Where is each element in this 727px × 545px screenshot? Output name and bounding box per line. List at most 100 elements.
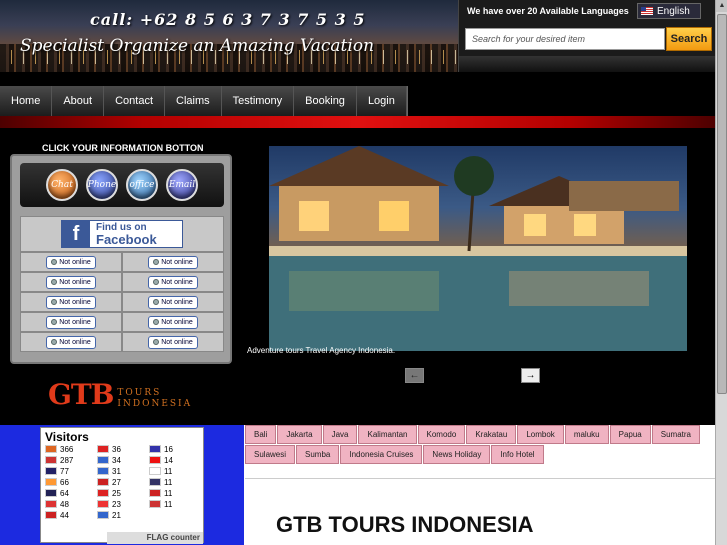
status-dot-icon [153,279,160,285]
country-flag-icon [97,456,109,464]
country-flag-icon [149,467,161,475]
scroll-up-arrow-icon[interactable]: ▲ [716,0,727,12]
status-text: Not online [59,298,91,306]
tab-papua[interactable]: Papua [609,425,651,444]
tab-sumba[interactable]: Sumba [296,445,340,464]
facebook-button[interactable]: f Find us on Facebook [61,220,183,248]
destination-tabs: Bali Jakarta Java Kalimantan Komodo Krakatau L… [245,425,715,465]
slide-prev-button[interactable]: ← [405,368,424,383]
status-dot-icon [51,299,58,305]
tab-jakarta[interactable]: Jakarta [277,425,322,444]
status-dot-icon [51,259,58,265]
status-dot-icon [153,319,160,325]
facebook-icon: f [62,221,90,247]
country-flag-icon [97,489,109,497]
slide-caption: Adventure tours Travel Agency Indonesia. [247,346,396,355]
country-flag-icon [97,511,109,519]
tab-indonesia-cruises[interactable]: Indonesia Cruises [340,445,423,464]
country-flag-icon [97,478,109,486]
tab-lombok[interactable]: Lombok [517,425,564,444]
visitor-country-cell: 27 [97,477,149,487]
country-flag-icon [97,500,109,508]
status-badge[interactable]: Not online [46,335,96,349]
nav-login[interactable]: Login [357,86,407,116]
visitor-country-cell: 14 [149,455,201,465]
online-status-grid: Not online Not online Not online Not onl… [20,252,224,352]
nav-testimony[interactable]: Testimony [222,86,295,116]
gtb-logo[interactable]: GTB TOURS INDONESIA [48,380,192,410]
phone-button[interactable]: Phone [86,169,118,201]
status-badge[interactable]: Not online [148,255,198,269]
nav-booking[interactable]: Booking [294,86,357,116]
status-badge[interactable]: Not online [46,275,96,289]
tab-komodo[interactable]: Komodo [417,425,466,444]
tab-row-2: Sulawesi Sumba Indonesia Cruises News Holid… [245,445,715,465]
status-cell: Not online [122,272,224,292]
contact-bubbles: Chat Phone office Email [20,163,224,207]
tab-info-hotel[interactable]: Info Hotel [491,445,544,464]
us-flag-icon [641,7,653,15]
visitor-count: 77 [60,466,69,476]
status-badge[interactable]: Not online [148,295,198,309]
country-flag-icon [45,489,57,497]
search-input[interactable]: Search for your desired item [465,28,665,50]
status-cell: Not online [20,312,122,332]
status-text: Not online [161,278,193,286]
visitor-count: 64 [60,488,69,498]
info-panel-title: CLICK YOUR INFORMATION BOTTON [42,143,204,153]
visitor-widget: Visitors 366 36 16 287 34 14 77 31 11 66 27 11 64 25 1… [0,425,244,545]
visitor-country-cell: 23 [97,499,149,509]
visitor-country-cell: 48 [45,499,97,509]
status-dot-icon [153,259,160,265]
status-badge[interactable]: Not online [148,315,198,329]
status-dot-icon [153,339,160,345]
status-badge[interactable]: Not online [46,255,96,269]
search-button[interactable]: Search [666,27,712,51]
language-select[interactable]: English [637,3,701,19]
chat-button[interactable]: Chat [46,169,78,201]
vertical-scrollbar[interactable]: ▲ [715,0,727,545]
tab-bali[interactable]: Bali [245,425,277,444]
status-text: Not online [161,298,193,306]
scrollbar-thumb[interactable] [717,14,727,394]
status-badge[interactable]: Not online [46,295,96,309]
country-flag-icon [149,500,161,508]
tab-sulawesi[interactable]: Sulawesi [245,445,296,464]
tab-sumatra[interactable]: Sumatra [651,425,700,444]
nav-contact[interactable]: Contact [104,86,166,116]
tab-krakatau[interactable]: Krakatau [466,425,517,444]
visitor-count: 48 [60,499,69,509]
tab-kalimantan[interactable]: Kalimantan [358,425,417,444]
status-cell: Not online [20,292,122,312]
main-nav: Home About Contact Claims Testimony Book… [0,86,408,116]
facebook-row: f Find us on Facebook [20,216,224,252]
visitor-count: 31 [112,466,121,476]
status-cell: Not online [20,272,122,292]
country-flag-icon [149,489,161,497]
country-flag-icon [97,445,109,453]
nav-claims[interactable]: Claims [165,86,222,116]
status-text: Not online [161,258,193,266]
country-flag-icon [149,445,161,453]
email-button[interactable]: Email [166,169,198,201]
status-badge[interactable]: Not online [148,275,198,289]
tab-news-holiday[interactable]: News Holiday [423,445,491,464]
nav-about[interactable]: About [52,86,105,116]
visitor-country-cell: 64 [45,488,97,498]
flag-counter[interactable]: Visitors 366 36 16 287 34 14 77 31 11 66 27 11 64 25 1… [40,427,204,544]
slide-next-button[interactable]: → [521,368,540,383]
page-headline: GTB TOURS INDONESIA [276,512,534,537]
office-button[interactable]: office [126,169,158,201]
tab-java[interactable]: Java [322,425,358,444]
tab-maluku[interactable]: maluku [564,425,609,444]
slideshow-image [269,146,687,351]
status-cell: Not online [20,252,122,272]
status-badge[interactable]: Not online [148,335,198,349]
visitor-count: 23 [112,499,121,509]
status-text: Not online [59,278,91,286]
nav-home[interactable]: Home [0,86,53,116]
visitor-country-cell: 16 [149,444,201,454]
visitor-country-cell: 366 [45,444,97,454]
header-phone: call: +62 8 5 6 3 7 3 7 5 3 5 [90,10,366,29]
status-badge[interactable]: Not online [46,315,96,329]
